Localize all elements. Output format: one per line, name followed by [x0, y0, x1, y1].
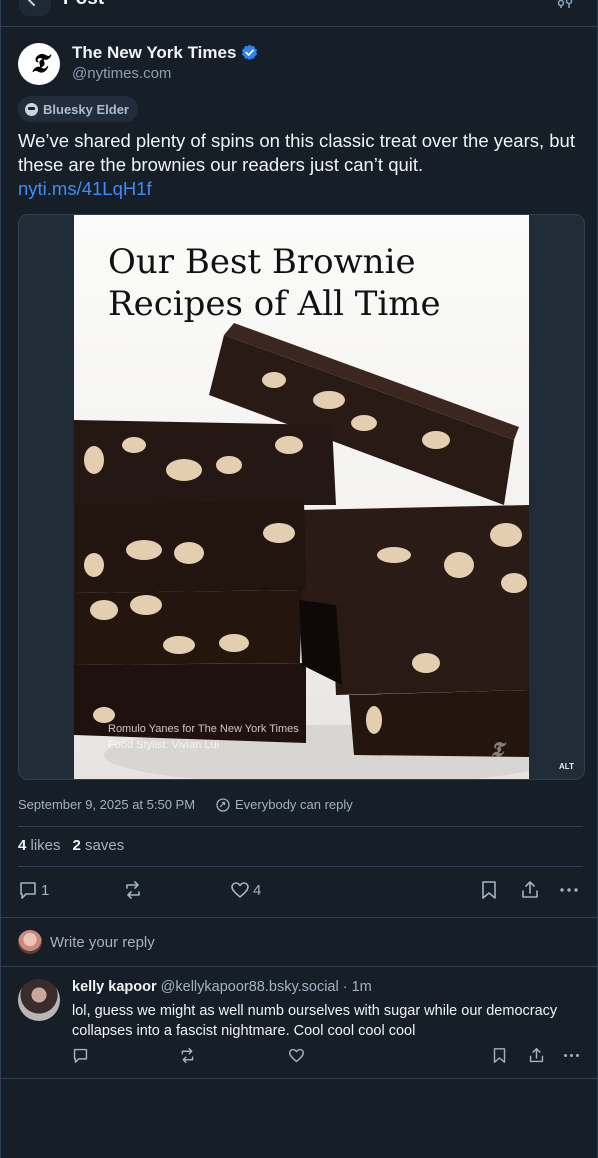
share-button[interactable]: [520, 880, 540, 900]
badge-label: Bluesky Elder: [43, 101, 129, 117]
heart-icon: [231, 882, 249, 898]
reply-text: lol, guess we might as well numb ourselv…: [72, 1003, 558, 1039]
badge-icon: [25, 102, 38, 116]
author-handle[interactable]: @nytimes.com: [72, 65, 171, 82]
ellipsis-icon: [560, 888, 578, 892]
verified-check-icon[interactable]: [241, 44, 258, 61]
like-count: 4: [253, 881, 262, 899]
saves-count[interactable]: 2 saves: [73, 837, 125, 854]
post-actions: 1 4: [18, 880, 583, 902]
photo-credit: Romulo Yanes for The New York Times Food…: [108, 721, 299, 753]
bookmark-icon: [493, 1048, 506, 1063]
comment-icon: [20, 882, 36, 899]
like-button[interactable]: 4: [230, 880, 261, 900]
reply-more-button[interactable]: [563, 1047, 580, 1064]
repost-icon: [126, 881, 140, 899]
reply-author-handle[interactable]: @kellykapoor88.bsky.social: [161, 979, 339, 995]
post-thread-page: Post 𝕿 The New York Times @nytimes.com B…: [0, 0, 598, 1158]
reply-author-name[interactable]: kelly kapoor: [72, 979, 157, 995]
repost-icon: [181, 1047, 194, 1064]
likes-count[interactable]: 4 likes: [18, 837, 61, 854]
reply-like-button[interactable]: [288, 1047, 305, 1064]
arrow-left-icon: [27, 0, 42, 6]
reply-bookmark-button[interactable]: [492, 1047, 507, 1064]
reply-repost-button[interactable]: [179, 1047, 196, 1064]
heart-icon: [288, 1048, 305, 1063]
reply-composer-input[interactable]: Write your reply: [50, 934, 155, 951]
reply-header: kelly kapoor @kellykapoor88.bsky.social …: [72, 979, 372, 995]
nyt-logo: 𝕿: [31, 48, 47, 79]
author-name[interactable]: The New York Times: [72, 43, 236, 63]
post-text: We’ve shared plenty of spins on this cla…: [18, 130, 575, 175]
author-avatar[interactable]: 𝕿: [18, 43, 60, 85]
bluesky-elder-badge[interactable]: Bluesky Elder: [18, 96, 138, 122]
reply-share-button[interactable]: [528, 1047, 545, 1064]
reply-reply-button[interactable]: [72, 1047, 89, 1064]
repost-button[interactable]: [123, 880, 146, 900]
my-avatar: [18, 930, 42, 954]
reply-permission[interactable]: Everybody can reply: [216, 797, 353, 812]
ellipsis-icon: [564, 1054, 579, 1057]
post-image-card[interactable]: Our Best Brownie Recipes of All Time Rom…: [18, 214, 585, 780]
bookmark-button[interactable]: [480, 880, 498, 900]
alt-text-tag[interactable]: ALT: [556, 760, 577, 773]
brownie-photo[interactable]: Our Best Brownie Recipes of All Time Rom…: [74, 215, 529, 779]
divider: [18, 826, 583, 827]
page-title: Post: [63, 0, 104, 10]
divider: [1, 966, 597, 967]
post-link[interactable]: nyti.ms/41LqH1f: [18, 178, 152, 200]
top-bar: Post: [1, 0, 597, 27]
reply-actions: [72, 1047, 583, 1065]
bookmark-icon: [482, 881, 496, 899]
photo-credit-photographer: Romulo Yanes for The New York Times: [108, 723, 299, 735]
share-icon: [529, 1047, 544, 1063]
comment-icon: [73, 1048, 88, 1064]
photo-title: Our Best Brownie Recipes of All Time: [108, 242, 441, 324]
sliders-icon: [557, 0, 573, 8]
photo-credit-stylist: Food Stylist: Vivian Lui: [108, 739, 220, 751]
post-timestamp[interactable]: September 9, 2025 at 5:50 PM: [18, 797, 195, 812]
engagement-counts: 4 likes 2 saves: [18, 837, 124, 854]
divider: [1, 1078, 597, 1079]
settings-button[interactable]: [557, 0, 573, 8]
reply-time[interactable]: · 1m: [343, 979, 372, 995]
nyt-watermark: 𝕿: [490, 737, 503, 761]
divider: [18, 866, 583, 867]
globe-icon: [216, 797, 230, 812]
reply-count: 1: [41, 881, 50, 899]
reply-author-avatar[interactable]: [18, 979, 60, 1021]
more-options-button[interactable]: [559, 880, 579, 900]
back-button[interactable]: [19, 0, 51, 16]
divider: [1, 917, 597, 918]
reply-permission-label: Everybody can reply: [235, 797, 353, 812]
reply-button[interactable]: 1: [18, 880, 49, 900]
share-icon: [522, 881, 538, 898]
